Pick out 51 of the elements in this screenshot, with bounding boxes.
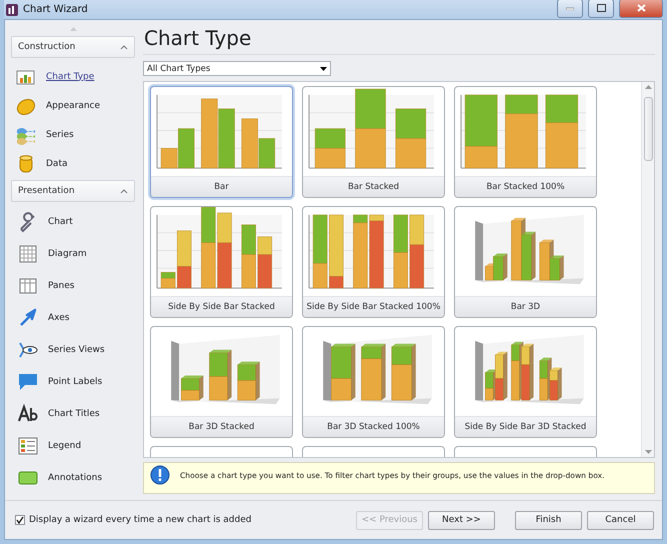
dialog-button[interactable]: Finish — [515, 510, 582, 530]
dialog-button[interactable]: Cancel — [587, 510, 654, 530]
chart-type-card[interactable]: Bar Stacked — [302, 86, 445, 198]
scroll-up-icon[interactable] — [644, 85, 652, 89]
checkbox[interactable] — [15, 515, 25, 525]
sidebar-item[interactable]: Point Labels — [11, 366, 135, 398]
sidebar-item[interactable]: Axes — [11, 302, 135, 334]
sidebar-item[interactable]: Chart Titles — [11, 398, 135, 430]
scrollbar[interactable] — [641, 82, 654, 457]
sidebar-item[interactable]: Data — [11, 149, 135, 178]
chart-type-card[interactable]: Bar — [150, 86, 293, 198]
sidebar-item[interactable]: Diagram — [11, 238, 135, 270]
app-icon — [6, 4, 18, 16]
info-icon — [150, 465, 170, 485]
sidebar-item[interactable]: Chart Type — [11, 62, 135, 91]
maximize-button[interactable] — [588, 0, 614, 18]
dialog-button[interactable]: Next >> — [428, 510, 495, 530]
legend-icon — [17, 435, 39, 457]
chart-type-card[interactable]: Bar 3D Stacked 100% — [302, 326, 445, 438]
minimize-button[interactable] — [557, 0, 583, 18]
sidebar-item[interactable]: Series Views — [11, 334, 135, 366]
sidebar-item[interactable]: Appearance — [11, 91, 135, 120]
collapse-icon[interactable] — [120, 44, 128, 50]
collapse-icon[interactable] — [120, 188, 128, 194]
group-header[interactable]: Construction — [11, 36, 135, 58]
chart-type-card[interactable]: Side By Side Bar Stacked 100% — [302, 206, 445, 318]
chart-type-card[interactable]: Bar Stacked 100% — [454, 86, 597, 198]
chart-type-card[interactable]: Side By Side Bar 3D Stacked — [454, 326, 597, 438]
sidebar-item[interactable]: Chart — [11, 206, 135, 238]
sidebar-item[interactable]: Legend — [11, 430, 135, 462]
sidebar-item[interactable]: Panes — [11, 270, 135, 302]
scroll-up-icon[interactable] — [70, 27, 76, 31]
maximize-icon — [596, 4, 606, 12]
grid-icon — [17, 243, 39, 265]
chart-type-card[interactable]: Bar 3D Stacked — [150, 326, 293, 438]
sidebar-item[interactable]: Series — [11, 120, 135, 149]
dropdown-arrow-icon — [320, 66, 327, 70]
scroll-thumb[interactable] — [644, 97, 652, 161]
filter-dropdown[interactable]: All Chart Types — [143, 61, 331, 76]
page-title: Chart Type — [143, 24, 655, 55]
window-title: Chart Wizard — [23, 4, 89, 15]
minimize-icon — [566, 6, 574, 10]
checkbox-label: Display a wizard every time a new chart is added — [29, 515, 252, 525]
sidebar-item[interactable]: Annotations — [11, 462, 135, 494]
group-header[interactable]: Presentation — [11, 180, 135, 202]
chart-type-card[interactable]: Bar 3D — [454, 206, 597, 318]
chart-type-card[interactable]: Side By Side Bar Stacked — [150, 206, 293, 318]
speech-bubble-icon — [17, 371, 39, 393]
scroll-down-icon[interactable] — [644, 450, 652, 454]
close-icon — [636, 4, 646, 12]
close-button[interactable] — [619, 0, 663, 18]
